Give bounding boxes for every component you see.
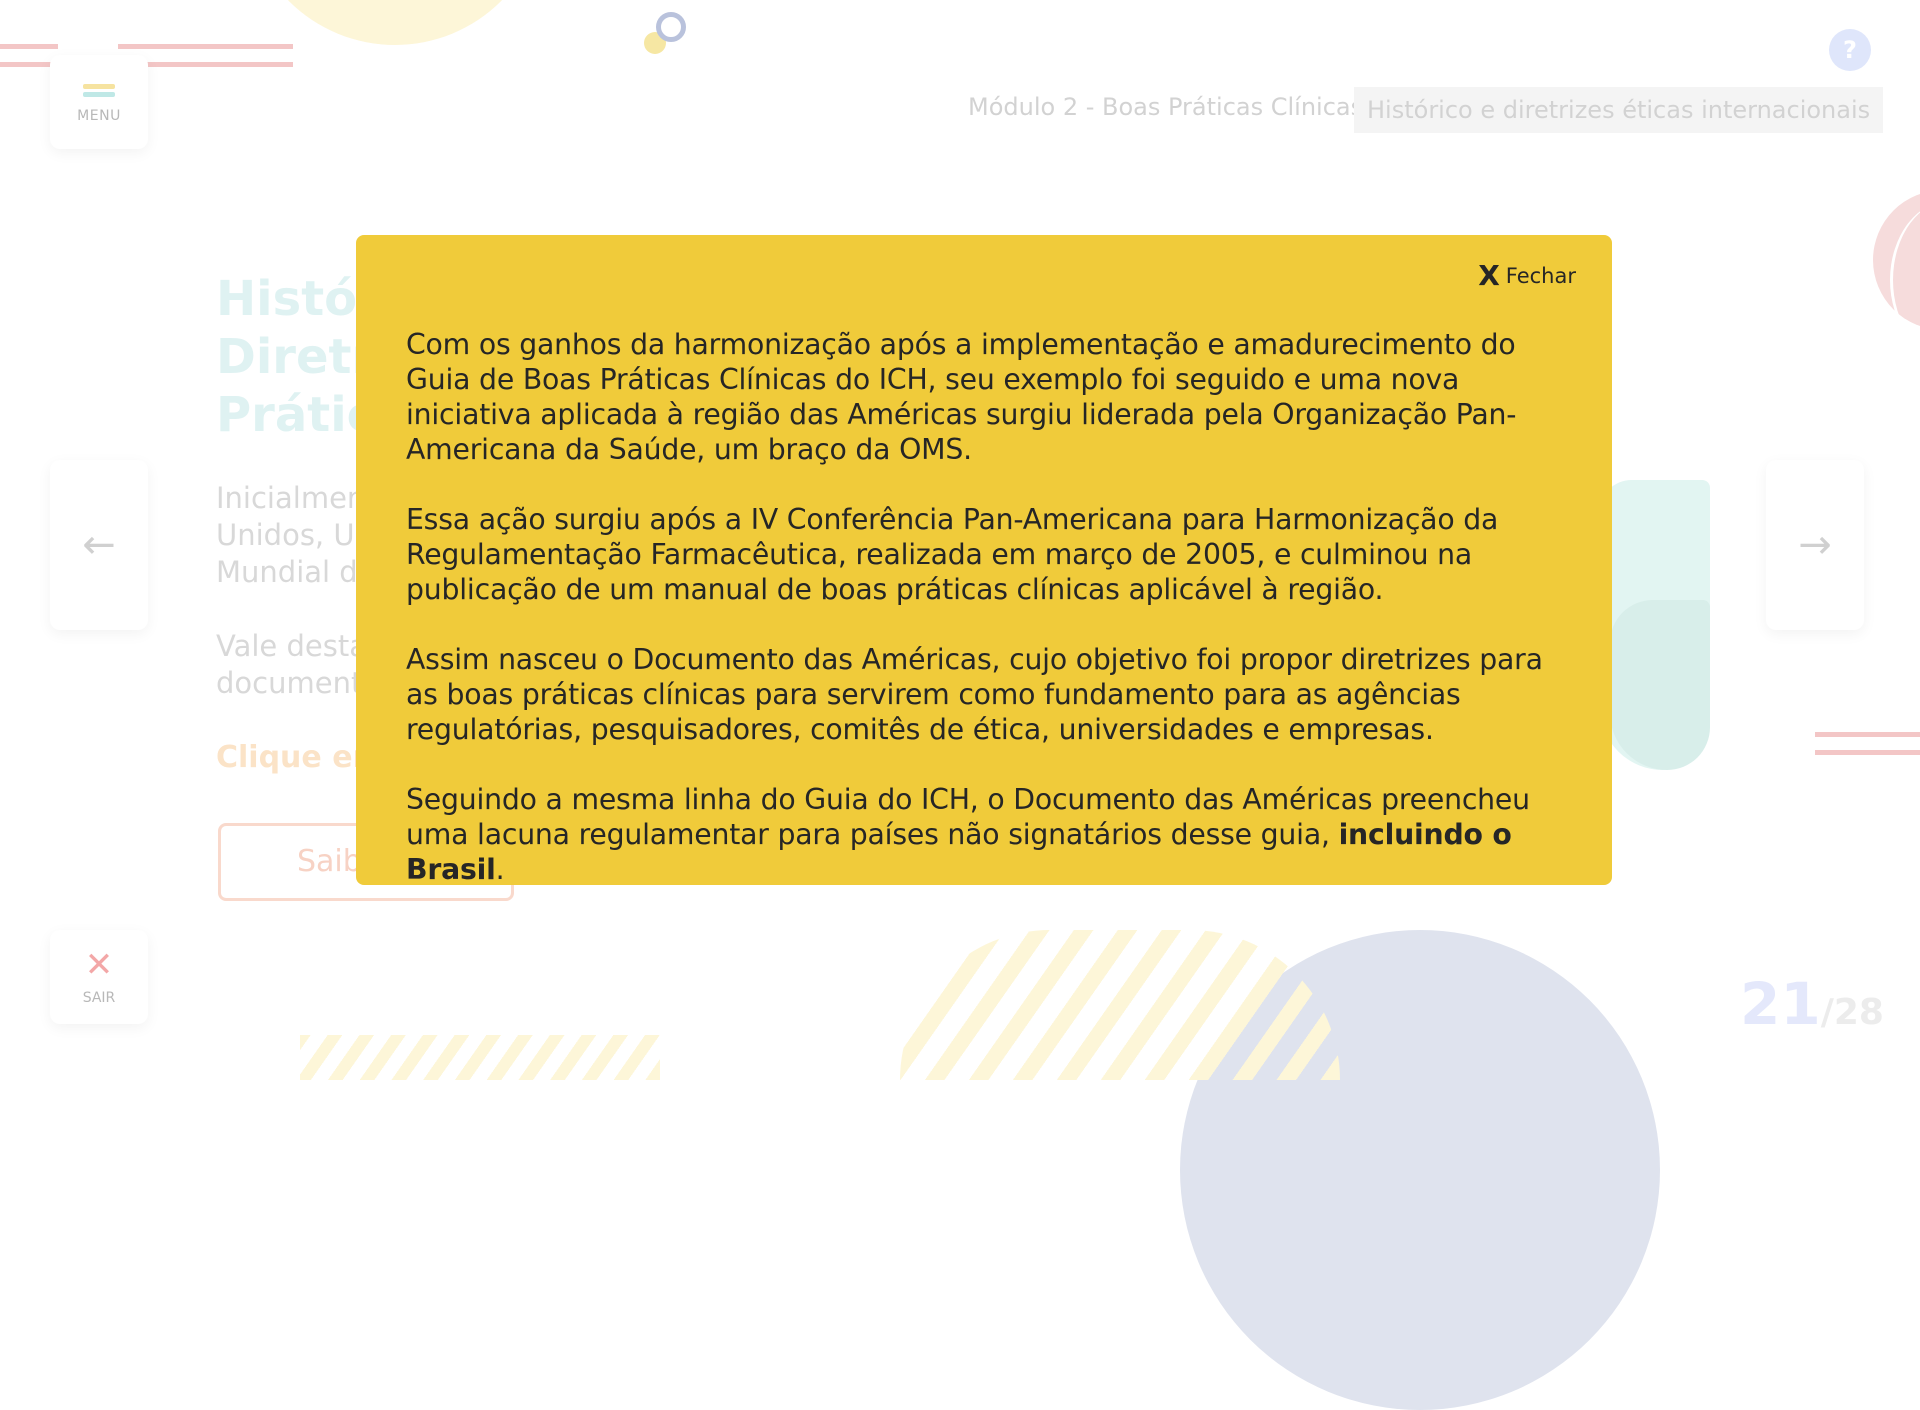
breadcrumb-topic: Histórico e diretrizes éticas internacio… bbox=[1354, 87, 1884, 133]
decorative-shape bbox=[1610, 600, 1710, 770]
arrow-right-icon: → bbox=[1798, 522, 1832, 568]
next-button[interactable]: → bbox=[1766, 460, 1864, 630]
slide-paragraph-line: document bbox=[216, 666, 363, 700]
info-modal: X Fechar Com os ganhos da harmonização a… bbox=[356, 235, 1612, 887]
menu-button[interactable]: MENU bbox=[50, 55, 148, 149]
slide-paragraph-line: Vale desta bbox=[216, 629, 367, 663]
page-current: 21 bbox=[1740, 970, 1821, 1038]
decorative-stripes bbox=[900, 930, 1340, 1080]
modal-paragraph: Essa ação surgiu após a IV Conferência P… bbox=[406, 503, 1499, 606]
help-button[interactable]: ? bbox=[1829, 29, 1871, 71]
decorative-stripes bbox=[300, 1035, 660, 1080]
slide-paragraph: Vale desta document bbox=[216, 628, 367, 702]
slide-paragraph-line: Inicialmen bbox=[216, 481, 366, 515]
modal-paragraph: Assim nasceu o Documento das Américas, c… bbox=[406, 643, 1543, 746]
close-label: Fechar bbox=[1505, 263, 1576, 288]
close-button[interactable]: X Fechar bbox=[1478, 259, 1576, 292]
exit-label: SAIR bbox=[82, 990, 116, 1006]
page-total: /28 bbox=[1820, 992, 1884, 1033]
slide-paragraph: Inicialmen Unidos, U Mundial d bbox=[216, 480, 365, 591]
page-counter: 21/28 bbox=[1740, 970, 1884, 1038]
decorative-ring bbox=[656, 12, 686, 42]
exit-button[interactable]: ✕ SAIR bbox=[50, 930, 148, 1024]
breadcrumb-module: Módulo 2 - Boas Práticas Clínicas bbox=[968, 93, 1364, 121]
prev-button[interactable]: ← bbox=[50, 460, 148, 630]
decorative-stripes bbox=[1815, 732, 1920, 760]
modal-paragraph: Com os ganhos da harmonização após a imp… bbox=[406, 328, 1517, 466]
decorative-half-circle bbox=[245, 0, 545, 45]
slide-paragraph-line: Unidos, U bbox=[216, 518, 355, 552]
menu-label: MENU bbox=[77, 107, 121, 124]
arrow-left-icon: ← bbox=[82, 522, 116, 568]
modal-paragraph: Seguindo a mesma linha do Guia do ICH, o… bbox=[406, 782, 1576, 887]
modal-text: . bbox=[495, 853, 505, 886]
slide-paragraph-line: Mundial d bbox=[216, 555, 358, 589]
close-icon: X bbox=[1478, 259, 1500, 292]
close-icon: ✕ bbox=[84, 945, 114, 985]
menu-icon bbox=[83, 81, 115, 100]
